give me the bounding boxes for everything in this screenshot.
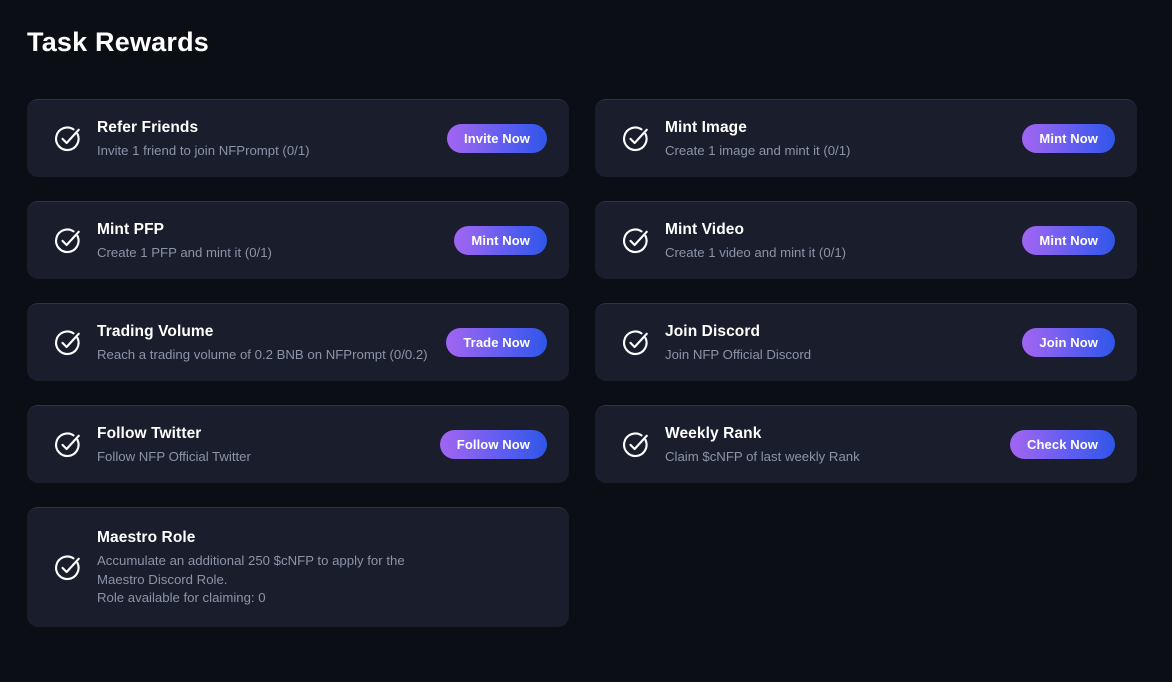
task-action-button-refer-friends[interactable]: Invite Now xyxy=(446,124,547,153)
task-card-body: Join Discord Join NFP Official Discord xyxy=(665,321,1022,365)
page-title: Task Rewards xyxy=(27,27,209,57)
task-card-body: Weekly Rank Claim $cNFP of last weekly Ra… xyxy=(665,423,1010,467)
task-card-mint-pfp: Mint PFP Create 1 PFP and mint it (0/1) Mi… xyxy=(27,201,569,279)
task-title: Maestro Role xyxy=(97,529,196,547)
check-circle-icon xyxy=(621,124,651,154)
task-card-weekly-rank: Weekly Rank Claim $cNFP of last weekly Ra… xyxy=(595,405,1137,483)
task-action-button-weekly-rank[interactable]: Check Now xyxy=(1010,430,1115,459)
task-card-body: Mint Image Create 1 image and mint it (0/… xyxy=(665,117,1022,161)
task-action-button-trading-volume[interactable]: Trade Now xyxy=(446,328,547,357)
check-circle-icon xyxy=(53,124,83,154)
check-circle-icon xyxy=(621,226,651,256)
task-card-grid: Refer Friends Invite 1 friend to join NFP… xyxy=(27,99,1137,627)
check-circle-icon xyxy=(621,430,651,460)
task-description: Invite 1 friend to join NFPrompt (0/1) xyxy=(97,142,310,158)
task-description: Reach a trading volume of 0.2 BNB on NFP… xyxy=(97,346,428,362)
task-action-button-mint-video[interactable]: Mint Now xyxy=(1022,226,1115,255)
task-card-mint-image: Mint Image Create 1 image and mint it (0/… xyxy=(595,99,1137,177)
task-title: Trading Volume xyxy=(97,322,214,340)
task-action-button-join-discord[interactable]: Join Now xyxy=(1022,328,1115,357)
task-description: Claim $cNFP of last weekly Rank xyxy=(665,448,860,464)
task-card-join-discord: Join Discord Join NFP Official Discord Joi… xyxy=(595,303,1137,381)
task-description: Follow NFP Official Twitter xyxy=(97,448,251,464)
task-title: Mint Video xyxy=(665,220,745,238)
task-action-button-mint-pfp[interactable]: Mint Now xyxy=(454,226,547,255)
task-card-follow-twitter: Follow Twitter Follow NFP Official Twitte… xyxy=(27,405,569,483)
task-description: Join NFP Official Discord xyxy=(665,346,812,362)
task-description: Create 1 PFP and mint it (0/1) xyxy=(97,244,272,260)
task-card-mint-video: Mint Video Create 1 video and mint it (0/… xyxy=(595,201,1137,279)
task-card-body: Trading Volume Reach a trading volume of … xyxy=(97,321,446,365)
task-card-body: Follow Twitter Follow NFP Official Twitte… xyxy=(97,423,440,467)
task-title: Join Discord xyxy=(665,322,761,340)
task-title: Weekly Rank xyxy=(665,424,762,442)
check-circle-icon xyxy=(53,226,83,256)
task-description: Create 1 video and mint it (0/1) xyxy=(665,244,847,260)
task-card-body: Maestro Role Accumulate an additional 250… xyxy=(97,527,547,608)
check-circle-icon xyxy=(621,328,651,358)
task-card-body: Refer Friends Invite 1 friend to join NFP… xyxy=(97,117,447,161)
task-title: Refer Friends xyxy=(97,118,199,136)
task-title: Mint PFP xyxy=(97,220,165,238)
check-circle-icon xyxy=(53,430,83,460)
task-card-trading-volume: Trading Volume Reach a trading volume of … xyxy=(27,303,569,381)
task-card-body: Mint PFP Create 1 PFP and mint it (0/1) xyxy=(97,219,454,263)
task-title: Mint Image xyxy=(665,118,747,136)
check-circle-icon xyxy=(53,553,83,583)
task-rewards-page: Task Rewards Refer Friends Invite 1 frien… xyxy=(0,0,1172,682)
task-card-maestro-role: Maestro Role Accumulate an additional 250… xyxy=(27,507,569,627)
task-action-button-mint-image[interactable]: Mint Now xyxy=(1022,124,1115,153)
task-card-refer-friends: Refer Friends Invite 1 friend to join NFP… xyxy=(27,99,569,177)
task-action-button-follow-twitter[interactable]: Follow Now xyxy=(439,430,547,459)
task-card-body: Mint Video Create 1 video and mint it (0/… xyxy=(665,219,1022,263)
check-circle-icon xyxy=(53,328,83,358)
task-description: Create 1 image and mint it (0/1) xyxy=(665,142,851,158)
task-description: Accumulate an additional 250 $cNFP to ap… xyxy=(97,553,405,606)
task-title: Follow Twitter xyxy=(97,424,202,442)
